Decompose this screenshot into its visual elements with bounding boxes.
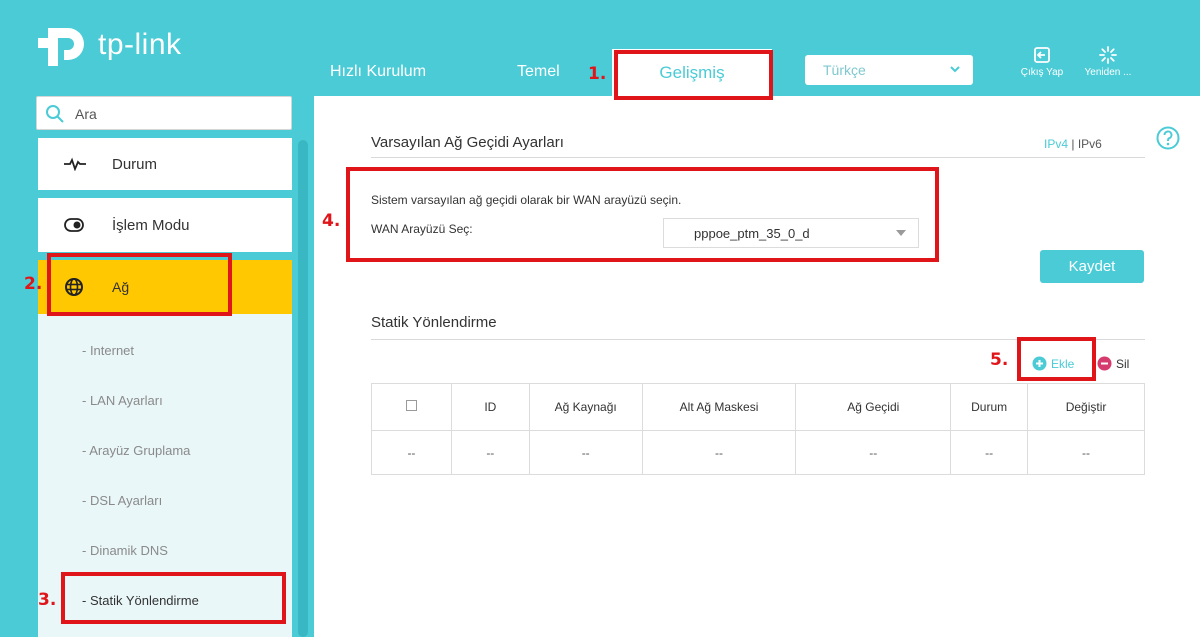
table-cell: -- (1027, 430, 1145, 475)
sidebar-item-label: İşlem Modu (112, 216, 190, 234)
select-all-checkbox[interactable] (405, 400, 417, 411)
search-placeholder: Ara (75, 106, 97, 122)
column-header: Alt Ağ Maskesi (641, 383, 797, 431)
chevron-down-icon (950, 66, 960, 73)
help-icon[interactable] (1155, 125, 1181, 151)
gateway-section-title: Varsayılan Ağ Geçidi Ayarları (371, 134, 564, 151)
table-cell: -- (528, 430, 643, 475)
step-number-5: 5. (990, 350, 1009, 370)
submenu-internet[interactable]: - Internet (82, 343, 134, 358)
ip-version-switch: IPv4 | IPv6 (1044, 137, 1102, 151)
column-header: Ağ Kaynağı (528, 383, 643, 431)
table-row: -- -- -- -- -- -- -- (371, 430, 1145, 475)
step-number-3: 3. (38, 590, 57, 610)
step-number-1: 1. (588, 64, 607, 84)
step-number-4: 4. (322, 211, 341, 231)
search-icon (46, 105, 64, 123)
ipv4-link[interactable]: IPv4 (1044, 137, 1068, 151)
ipv6-link[interactable]: IPv6 (1078, 137, 1102, 151)
annotation-box-advanced (614, 50, 773, 100)
delete-label: Sil (1116, 356, 1130, 371)
table-cell: -- (795, 430, 952, 475)
sidebar-item-label: Durum (112, 155, 158, 173)
logout-label: Çıkış Yap (1020, 67, 1064, 78)
tp-link-logo: tp-link (38, 22, 182, 68)
column-header: Ağ Geçidi (795, 383, 952, 431)
step-number-2: 2. (24, 274, 43, 294)
column-header: Değiştir (1027, 383, 1145, 431)
tp-link-logo-icon (38, 28, 84, 66)
table-cell: -- (450, 430, 530, 475)
ip-version-separator: | (1071, 137, 1075, 151)
static-routes-table: ID Ağ Kaynağı Alt Ağ Maskesi Ağ Geçidi D… (371, 383, 1145, 475)
table-cell: -- (950, 430, 1029, 475)
language-value: Türkçe (823, 62, 866, 78)
sidebar-scrollbar[interactable] (298, 140, 308, 637)
reboot-button[interactable]: Yeniden ... (1078, 46, 1138, 78)
language-select[interactable]: Türkçe (805, 55, 973, 85)
table-cell: -- (641, 430, 797, 475)
search-input[interactable]: Ara (36, 96, 292, 130)
static-routing-title: Statik Yönlendirme (371, 314, 497, 331)
table-header-row: ID Ağ Kaynağı Alt Ağ Maskesi Ağ Geçidi D… (371, 383, 1145, 431)
table-cell: -- (371, 430, 452, 475)
annotation-box-static-routing (61, 572, 286, 624)
delete-button[interactable]: Sil (1097, 356, 1129, 371)
nav-basic[interactable]: Temel (517, 63, 560, 81)
submenu-dsl-settings[interactable]: - DSL Ayarları (82, 493, 162, 508)
divider (371, 157, 1145, 158)
toggle-icon (64, 218, 104, 232)
pulse-icon (64, 157, 104, 171)
column-header: ID (450, 383, 530, 431)
column-header: Durum (950, 383, 1029, 431)
sidebar-item-operation-mode[interactable]: İşlem Modu (38, 198, 292, 252)
sidebar-item-status[interactable]: Durum (38, 138, 292, 190)
logout-button[interactable]: Çıkış Yap (1012, 46, 1072, 78)
submenu-dynamic-dns[interactable]: - Dinamik DNS (82, 543, 168, 558)
logout-icon (1034, 47, 1050, 63)
submenu-lan-settings[interactable]: - LAN Ayarları (82, 393, 163, 408)
nav-quick-setup[interactable]: Hızlı Kurulum (330, 63, 426, 81)
annotation-box-add (1017, 337, 1096, 381)
reboot-label: Yeniden ... (1084, 67, 1132, 78)
save-button[interactable]: Kaydet (1040, 250, 1144, 283)
minus-circle-icon (1097, 356, 1112, 371)
annotation-box-wan (346, 167, 939, 262)
submenu-interface-grouping[interactable]: - Arayüz Gruplama (82, 443, 190, 458)
brand-name: tp-link (98, 28, 182, 61)
reboot-icon (1099, 46, 1117, 64)
select-all-cell (371, 383, 452, 431)
annotation-box-network (47, 253, 232, 316)
